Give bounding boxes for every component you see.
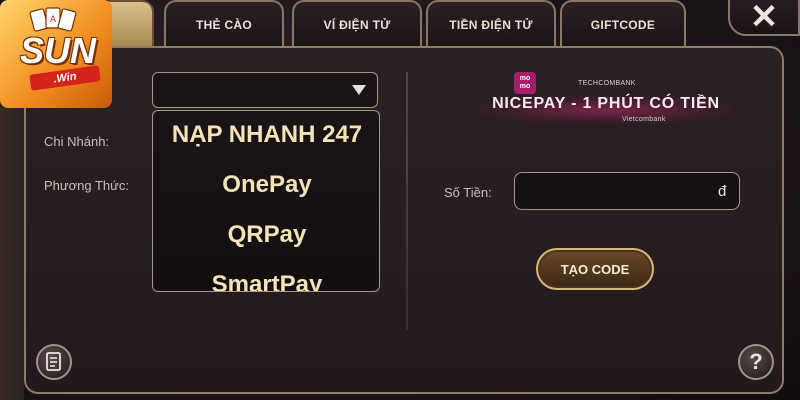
- document-icon: [46, 352, 61, 371]
- tab-giftcode[interactable]: GIFTCODE: [560, 0, 686, 48]
- currency-symbol: đ: [718, 183, 727, 200]
- tab-label: VÍ ĐIỆN TỬ: [323, 18, 391, 32]
- amount-label: Số Tiền:: [444, 185, 492, 200]
- tab-vi-dien-tu[interactable]: VÍ ĐIỆN TỬ: [292, 0, 422, 48]
- sun-win-logo: A SUN .Win: [0, 0, 112, 108]
- create-code-button[interactable]: TẠO CODE: [536, 248, 654, 290]
- amount-input[interactable]: [514, 172, 740, 210]
- tab-label: TIỀN ĐIỆN TỬ: [449, 18, 533, 32]
- side-strip: [0, 108, 24, 400]
- tab-active-partial[interactable]: [108, 0, 154, 48]
- svg-text:A: A: [50, 15, 57, 25]
- close-icon: ✕: [749, 0, 779, 36]
- branch-label: Chi Nhánh:: [44, 134, 110, 149]
- techcombank-logo: TECHCOMBANK: [578, 80, 636, 87]
- help-icon: ?: [749, 349, 763, 374]
- branch-select[interactable]: [152, 72, 378, 108]
- method-label: Phương Thức:: [44, 178, 129, 193]
- momo-logo: mo mo: [514, 72, 536, 94]
- chevron-down-icon[interactable]: [352, 85, 366, 95]
- history-button[interactable]: [36, 344, 72, 380]
- help-button[interactable]: ?: [738, 344, 774, 380]
- tab-label: GIFTCODE: [590, 18, 656, 32]
- dropdown-option-nap-nhanh[interactable]: NẠP NHANH 247: [153, 121, 379, 149]
- dropdown-option-onepay[interactable]: OnePay: [153, 171, 379, 199]
- dropdown-option-smartpay[interactable]: SmartPay: [153, 271, 379, 291]
- tab-label: THẺ CÀO: [195, 18, 253, 32]
- create-code-label: TẠO CODE: [560, 261, 630, 277]
- close-button[interactable]: ✕: [728, 0, 800, 36]
- tab-tien-dien-tu[interactable]: TIỀN ĐIỆN TỬ: [426, 0, 556, 48]
- vietcombank-logo: Vietcombank: [622, 116, 666, 123]
- dropdown-option-qrpay[interactable]: QRPay: [153, 221, 379, 249]
- method-dropdown-list[interactable]: NẠP NHANH 247 OnePay QRPay SmartPay: [152, 110, 380, 292]
- playing-cards-icon: A: [29, 7, 77, 32]
- panel-divider: [406, 72, 408, 330]
- banner-title: NICEPAY - 1 PHÚT CÓ TIỀN: [492, 95, 720, 112]
- tab-the-cao[interactable]: THẺ CÀO: [164, 0, 284, 48]
